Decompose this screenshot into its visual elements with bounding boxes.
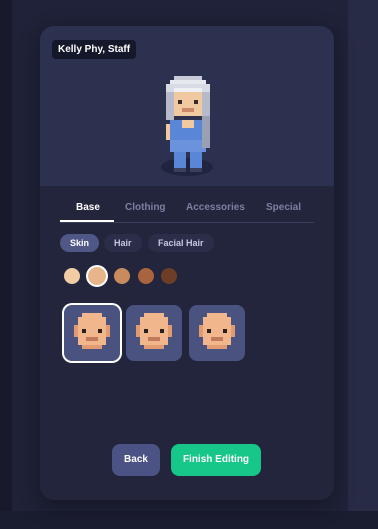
skin-swatch-5[interactable] <box>161 268 177 284</box>
backdrop-right <box>348 0 378 529</box>
finish-editing-button[interactable]: Finish Editing <box>171 444 261 476</box>
face-option-1[interactable] <box>64 305 120 361</box>
subtab-skin[interactable]: Skin <box>60 234 100 252</box>
tab-base[interactable]: Base <box>76 202 100 213</box>
subtab-facial-hair[interactable]: Facial Hair <box>148 234 214 252</box>
backdrop-bottom <box>0 511 378 529</box>
skin-swatch-2[interactable] <box>88 267 106 285</box>
backdrop-left <box>0 0 12 529</box>
bald-head-icon <box>74 313 110 349</box>
bald-head-icon <box>136 313 172 349</box>
skin-swatch-1[interactable] <box>64 268 80 284</box>
back-button[interactable]: Back <box>112 444 160 476</box>
tab-accessories[interactable]: Accessories <box>186 202 245 213</box>
tab-special[interactable]: Special <box>266 202 301 213</box>
tab-clothing[interactable]: Clothing <box>125 202 166 213</box>
face-option-3[interactable] <box>189 305 245 361</box>
face-option-2[interactable] <box>126 305 182 361</box>
bald-head-icon <box>199 313 235 349</box>
active-tab-indicator <box>60 220 114 222</box>
character-editor-card: Kelly Phy, Staff Base Clothing Accessori… <box>40 26 334 500</box>
skin-swatch-3[interactable] <box>114 268 130 284</box>
category-tabs: Base Clothing Accessories Special <box>60 194 314 223</box>
character-name-tag: Kelly Phy, Staff <box>52 40 137 59</box>
subtab-hair[interactable]: Hair <box>104 234 142 252</box>
avatar-sprite <box>166 76 210 172</box>
avatar-preview-panel: Kelly Phy, Staff <box>40 26 334 186</box>
skin-swatch-4[interactable] <box>138 268 154 284</box>
